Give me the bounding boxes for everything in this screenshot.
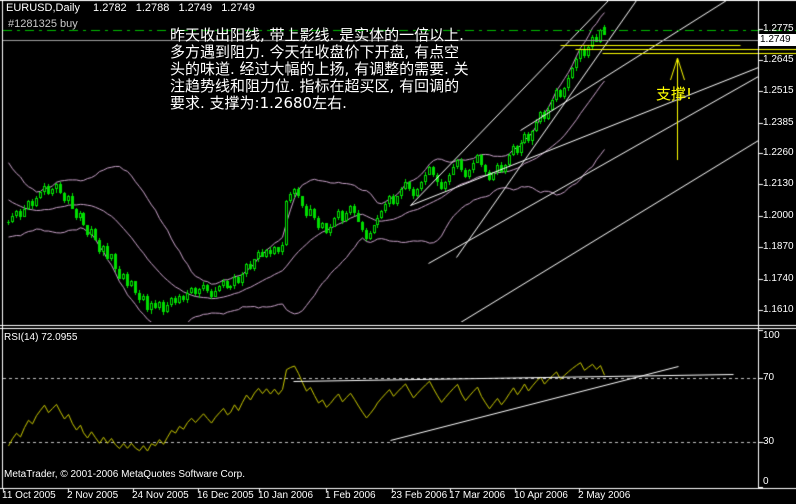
time-axis-label: 23 Feb 2006 (391, 490, 448, 501)
chart-title: EURUSD,Daily 1.2782 1.2788 1.2749 1.2749 (6, 3, 255, 14)
time-axis-label: 17 Mar 2006 (449, 490, 506, 501)
price-axis-label: 1.2130 (763, 178, 794, 189)
rsi-axis-label: 0 (763, 476, 769, 487)
price-axis-label: 1.1610 (763, 304, 794, 315)
open-value: 1.2782 (93, 2, 127, 14)
time-axis-label: 10 Jan 2006 (258, 490, 314, 501)
time-axis-label: 2 Nov 2005 (67, 490, 119, 501)
time-axis-label: 10 Apr 2006 (514, 490, 568, 501)
metatrader-chart-window: EURUSD,Daily 1.2782 1.2788 1.2749 1.2749… (0, 0, 796, 504)
annotation-line: 要求. 支撑为:1.2680左右. (170, 94, 347, 112)
price-axis-label: 1.2515 (763, 85, 794, 96)
price-axis-label: 1.2385 (763, 117, 794, 128)
support-annotation-label: 支撑! (656, 85, 693, 103)
annotation-line: 头的味道. 经过大幅的上扬, 有调整的需要. 关 (170, 60, 469, 78)
time-axis-label: 16 Dec 2005 (197, 490, 254, 501)
price-axis-label: 1.1740 (763, 273, 794, 284)
copyright-label: MetaTrader, © 2001-2006 MetaQuotes Softw… (4, 469, 246, 480)
price-axis-label: 1.2775 (763, 23, 794, 34)
price-axis-label: 1.1870 (763, 241, 794, 252)
buy-order-label: #1281325 buy (8, 18, 78, 30)
price-axis-label: 1.2645 (763, 54, 794, 65)
analysis-annotation: 昨天收出阳线, 带上影线. 是实体的一倍以上. 多方遇到阻力. 今天在收盘价下开… (170, 27, 469, 112)
symbol-period-label: EURUSD,Daily (6, 2, 80, 14)
time-axis-label: 24 Nov 2005 (132, 490, 189, 501)
annotation-line: 昨天收出阳线, 带上影线. 是实体的一倍以上. (170, 26, 464, 44)
rsi-axis-label: 70 (763, 372, 775, 383)
close-value: 1.2749 (221, 2, 255, 14)
time-axis-label: 11 Oct 2005 (2, 490, 56, 501)
rsi-axis-label: 100 (763, 330, 780, 341)
time-axis-label: 2 May 2006 (578, 490, 631, 501)
time-axis-label: 1 Feb 2006 (325, 490, 376, 501)
annotation-line: 多方遇到阻力. 今天在收盘价下开盘, 有点空 (170, 43, 460, 61)
annotation-line: 注趋势线和阻力位. 指标在超买区, 有回调的 (170, 77, 460, 95)
current-price-box: 1.2749 (758, 34, 796, 46)
rsi-indicator-label: RSI(14) 72.0955 (4, 332, 78, 343)
price-axis-label: 1.2260 (763, 147, 794, 158)
high-value: 1.2788 (135, 2, 170, 14)
low-value: 1.2749 (178, 2, 213, 14)
price-axis-label: 1.2000 (763, 210, 794, 221)
rsi-axis-label: 30 (763, 436, 775, 447)
